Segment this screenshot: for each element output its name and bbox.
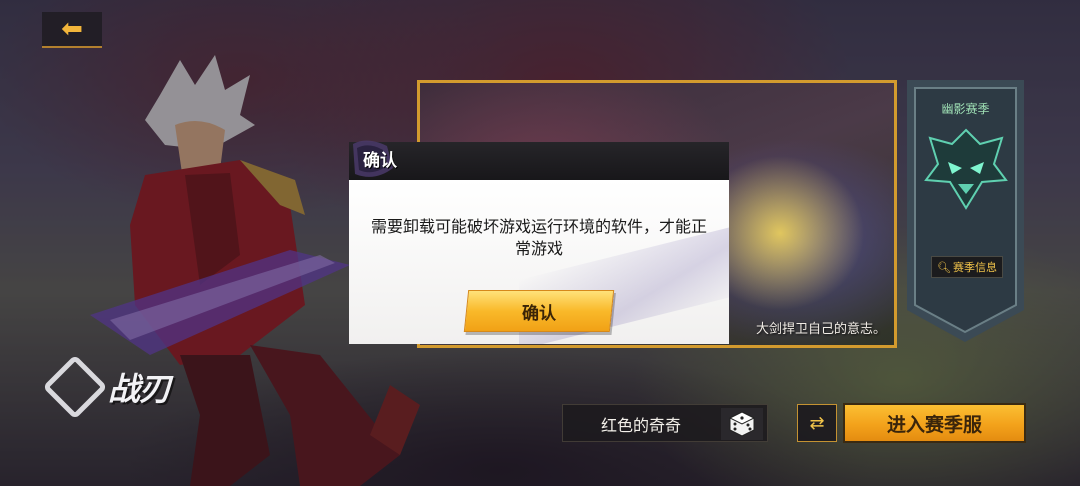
back-button[interactable]: ⬅ [42,12,102,48]
player-name-box[interactable]: 红色的奇奇 [562,404,768,442]
dialog-body: 需要卸载可能破坏游戏运行环境的软件，才能正常游戏 确认 [349,180,729,344]
swap-server-button[interactable]: ⇄ [797,404,837,442]
shadow-mask-emblem-icon [924,128,1008,210]
confirm-button-label: 确认 [522,303,556,324]
random-name-button[interactable] [721,408,763,440]
enter-season-server-button[interactable]: 进入赛季服 [843,403,1026,443]
dialog-title: 确认 [363,151,397,171]
diamond-logo-icon [42,354,108,420]
season-info-button[interactable]: 🔍︎ 赛季信息 [931,256,1003,278]
season-banner: 幽影赛季 🔍︎ 赛季信息 [907,80,1024,342]
dice-icon [728,411,756,437]
game-logo: 战刃 [42,354,171,420]
enter-season-server-label: 进入赛季服 [886,413,982,436]
dialog-message: 需要卸载可能破坏游戏运行环境的软件，才能正常游戏 [370,217,707,258]
video-caption: 大剑捍卫自己的意志。 [755,322,886,337]
logo-text: 战刃 [108,370,171,408]
player-name: 红色的奇奇 [600,416,681,435]
swap-arrows-icon: ⇄ [809,412,825,434]
confirm-button[interactable]: 确认 [463,290,615,332]
dialog-header: 确认 [349,140,729,180]
season-title: 幽影赛季 [941,102,990,116]
confirm-dialog: 确认 需要卸载可能破坏游戏运行环境的软件，才能正常游戏 确认 [349,140,729,344]
search-icon: 🔍︎ [937,260,951,274]
back-arrow-icon: ⬅ [61,14,83,44]
season-info-label: 赛季信息 [952,261,997,274]
